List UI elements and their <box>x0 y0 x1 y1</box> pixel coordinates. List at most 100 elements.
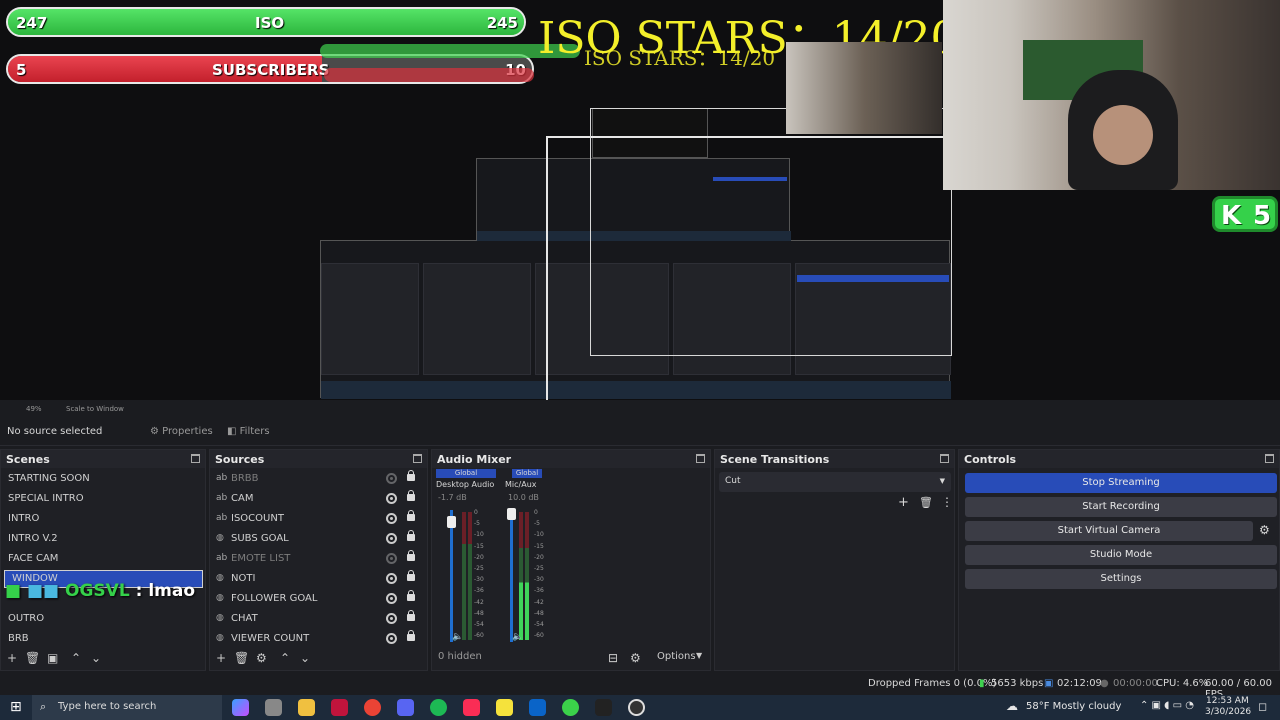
eye-icon[interactable] <box>386 573 397 584</box>
source-item[interactable]: ab CAM <box>210 490 427 510</box>
float-dock-icon[interactable] <box>191 454 200 463</box>
fader-track[interactable] <box>450 510 453 642</box>
properties-button[interactable]: ⚙ Properties <box>150 426 213 437</box>
task-view-icon[interactable] <box>265 699 282 716</box>
notification-icon[interactable]: ◻ <box>1258 700 1267 713</box>
app-green-icon[interactable] <box>562 699 579 716</box>
fader-track[interactable] <box>510 510 513 642</box>
source-item[interactable]: ◍ FOLLOWER GOAL <box>210 590 427 610</box>
taskbar-search[interactable]: ⌕ Type here to search <box>32 695 222 720</box>
eye-icon[interactable] <box>386 593 397 604</box>
eye-icon[interactable] <box>386 533 397 544</box>
channel-name[interactable]: Mic/Aux <box>505 480 537 489</box>
windows-start-icon[interactable]: ⊞ <box>10 699 22 715</box>
file-explorer-icon[interactable] <box>298 699 315 716</box>
live-time: 02:12:09 <box>1057 678 1102 689</box>
stream-preview[interactable]: 247 ISO 245 5 SUBSCRIBERS 10 ISO STARS：1… <box>0 0 1280 400</box>
stop-streaming-button[interactable]: Stop Streaming <box>965 473 1277 493</box>
lock-icon[interactable] <box>407 590 415 601</box>
notes-icon[interactable] <box>496 699 513 716</box>
source-item[interactable]: ◍ VIEWER COUNT <box>210 630 427 650</box>
move-down-icon[interactable]: ⌄ <box>91 651 101 665</box>
lock-icon[interactable] <box>407 530 415 541</box>
eye-hidden-icon[interactable] <box>386 553 397 564</box>
eye-icon[interactable] <box>386 493 397 504</box>
source-item[interactable]: ◍ SUBS GOAL <box>210 530 427 550</box>
chrome-icon[interactable] <box>364 699 381 716</box>
speaker-icon[interactable]: 🔈 <box>512 632 523 642</box>
float-dock-icon[interactable] <box>1265 454 1274 463</box>
scene-filter-icon[interactable]: ▣ <box>47 651 58 665</box>
source-item[interactable]: ◍ NOTI <box>210 570 427 590</box>
fader-handle[interactable] <box>507 508 516 520</box>
lock-icon[interactable] <box>407 490 415 501</box>
chevron-down-icon[interactable]: ▼ <box>696 651 702 660</box>
clock-time[interactable]: 12:53 AM <box>1206 696 1249 706</box>
lock-icon[interactable] <box>407 570 415 581</box>
lock-icon[interactable] <box>407 470 415 481</box>
source-item[interactable]: ab ISOCOUNT <box>210 510 427 530</box>
weather-text[interactable]: 58°F Mostly cloudy <box>1026 701 1121 712</box>
source-item[interactable]: ab BRBB <box>210 470 427 490</box>
outlook-icon[interactable] <box>529 699 546 716</box>
studio-mode-button[interactable]: Studio Mode <box>965 545 1277 565</box>
transition-select[interactable]: Cut ▼ <box>719 472 951 492</box>
eye-icon[interactable] <box>386 633 397 644</box>
browser-source-icon: ◍ <box>216 633 224 643</box>
eye-icon[interactable] <box>386 513 397 524</box>
source-item[interactable]: ab EMOTE LIST <box>210 550 427 570</box>
settings-button[interactable]: Settings <box>965 569 1277 589</box>
gear-icon[interactable]: ⚙ <box>256 651 267 665</box>
add-icon[interactable]: + <box>7 651 17 665</box>
speaker-icon[interactable]: 🔈 <box>452 632 463 642</box>
obs-icon[interactable] <box>628 699 645 716</box>
zoom-level[interactable]: 49% <box>26 405 42 413</box>
options-button[interactable]: Options <box>657 651 696 662</box>
scene-item[interactable]: INTRO V.2 <box>1 530 205 550</box>
spotify-icon[interactable] <box>430 699 447 716</box>
lock-icon[interactable] <box>407 510 415 521</box>
scene-item[interactable]: FACE CAM <box>1 550 205 570</box>
volume-meter <box>462 512 466 640</box>
channel-name[interactable]: Desktop Audio <box>436 480 494 489</box>
source-label: CAM <box>231 493 254 504</box>
gear-icon[interactable]: ⚙ <box>1259 523 1270 537</box>
scene-item[interactable]: SPECIAL INTRO <box>1 490 205 510</box>
trash-icon[interactable]: 🗑 <box>25 651 40 665</box>
trash-icon[interactable]: 🗑 <box>234 651 249 665</box>
add-icon[interactable]: + <box>216 651 226 665</box>
add-icon[interactable]: + <box>898 495 909 510</box>
float-dock-icon[interactable] <box>413 454 422 463</box>
move-down-icon[interactable]: ⌄ <box>300 651 310 665</box>
gear-icon[interactable]: ⚙ <box>630 651 641 665</box>
filters-button[interactable]: ◧ Filters <box>227 426 270 437</box>
discord-icon[interactable] <box>397 699 414 716</box>
eye-hidden-icon[interactable] <box>386 473 397 484</box>
music-icon[interactable] <box>463 699 480 716</box>
layout-icon[interactable]: ⊟ <box>608 651 618 665</box>
scene-item[interactable]: INTRO <box>1 510 205 530</box>
source-item[interactable]: ◍ CHAT <box>210 610 427 630</box>
clock-date[interactable]: 3/30/2026 <box>1205 707 1251 717</box>
move-up-icon[interactable]: ⌃ <box>71 651 81 665</box>
eye-icon[interactable] <box>386 613 397 624</box>
app-icon[interactable] <box>331 699 348 716</box>
more-options-icon[interactable]: ⋮ <box>941 495 953 509</box>
trash-icon[interactable]: 🗑 <box>919 496 933 509</box>
fader-handle[interactable] <box>447 516 456 528</box>
tray-icons[interactable]: ⌃ ▣ ◖ ▭ ◔ <box>1140 700 1194 711</box>
start-recording-button[interactable]: Start Recording <box>965 497 1277 517</box>
float-dock-icon[interactable] <box>696 454 705 463</box>
terminal-icon[interactable] <box>595 699 612 716</box>
start-virtual-camera-button[interactable]: Start Virtual Camera <box>965 521 1253 541</box>
lock-icon[interactable] <box>407 550 415 561</box>
scene-item[interactable]: BRB <box>1 630 205 650</box>
lock-icon[interactable] <box>407 610 415 621</box>
lock-icon[interactable] <box>407 630 415 641</box>
scene-item[interactable]: OUTRO <box>1 610 205 630</box>
move-up-icon[interactable]: ⌃ <box>280 651 290 665</box>
float-dock-icon[interactable] <box>940 454 949 463</box>
copilot-icon[interactable] <box>232 699 249 716</box>
scene-item[interactable]: STARTING SOON <box>1 470 205 490</box>
scale-mode[interactable]: Scale to Window <box>66 405 124 413</box>
